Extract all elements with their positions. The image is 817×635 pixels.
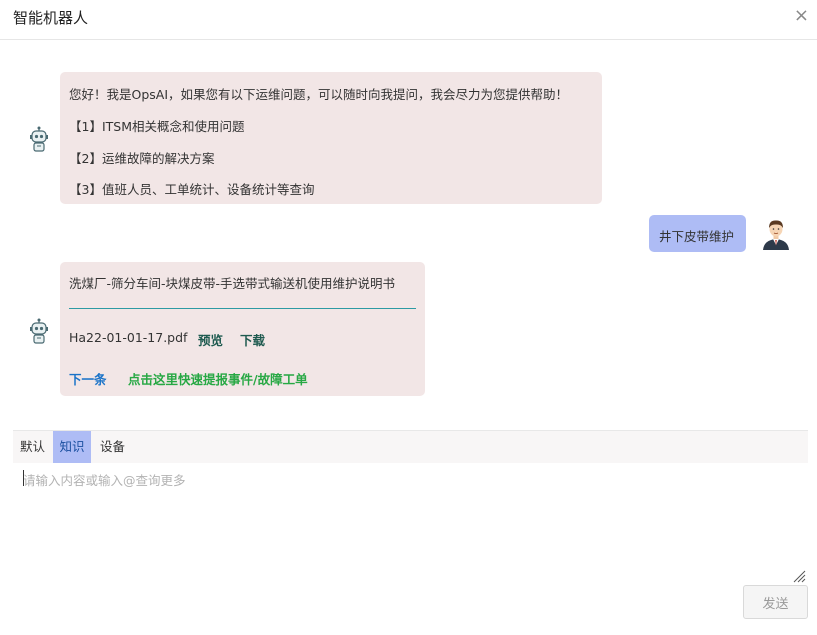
resize-handle-icon[interactable] (792, 569, 806, 583)
user-avatar-icon (763, 220, 789, 250)
mode-tabs: 默认 知识 设备 (13, 430, 808, 463)
close-icon[interactable]: × (794, 6, 809, 26)
tab-knowledge[interactable]: 知识 (53, 431, 91, 463)
welcome-item: 【3】值班人员、工单统计、设备统计等查询 (69, 182, 315, 197)
robot-avatar-icon (30, 318, 48, 344)
dialog-title: 智能机器人 (13, 9, 89, 27)
file-name: Ha22-01-01-17.pdf (69, 330, 188, 345)
welcome-greeting: 您好！我是OpsAI，如果您有以下运维问题，可以随时向我提问，我会尽力为您提供帮… (69, 87, 569, 102)
robot-avatar-icon (30, 126, 48, 152)
bot-message-welcome: 您好！我是OpsAI，如果您有以下运维问题，可以随时向我提问，我会尽力为您提供帮… (60, 72, 602, 204)
dialog-header: 智能机器人 × (0, 0, 817, 40)
welcome-item: 【2】运维故障的解决方案 (69, 151, 215, 166)
message-input[interactable] (13, 463, 808, 583)
divider (69, 308, 416, 309)
user-message: 井下皮带维护 (649, 215, 746, 252)
send-button[interactable]: 发送 (743, 585, 808, 619)
tab-device[interactable]: 设备 (93, 431, 132, 463)
user-message-text: 井下皮带维护 (659, 229, 735, 244)
next-item-link[interactable]: 下一条 (69, 369, 107, 388)
tab-default[interactable]: 默认 (13, 431, 52, 463)
bot-message-knowledge: 洗煤厂-筛分车间-块煤皮带-手选带式输送机使用维护说明书 Ha22-01-01-… (60, 262, 425, 396)
welcome-item: 【1】ITSM相关概念和使用问题 (69, 119, 245, 134)
report-ticket-link[interactable]: 点击这里快速提报事件/故障工单 (128, 369, 308, 388)
preview-link[interactable]: 预览 (198, 330, 223, 349)
text-cursor (23, 470, 24, 486)
download-link[interactable]: 下载 (240, 330, 265, 349)
document-title: 洗煤厂-筛分车间-块煤皮带-手选带式输送机使用维护说明书 (69, 276, 396, 291)
